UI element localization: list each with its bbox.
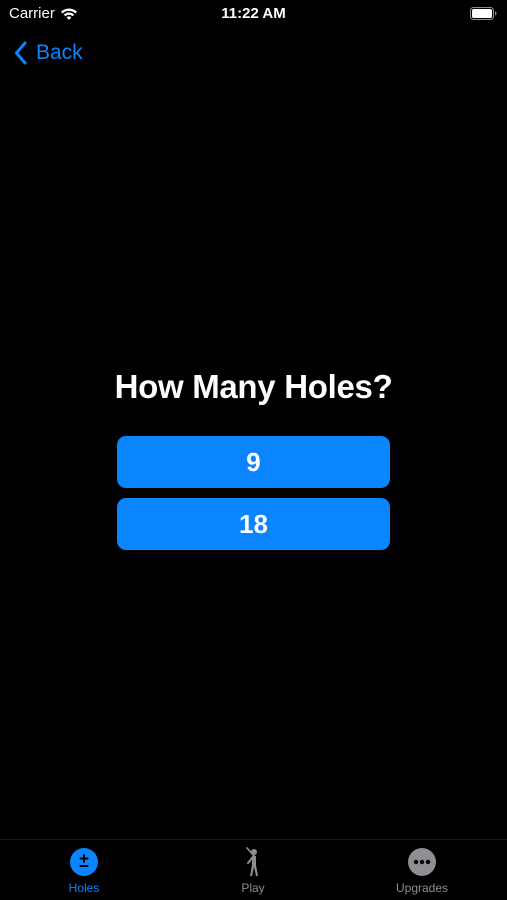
- tab-holes[interactable]: Holes: [24, 846, 144, 900]
- nine-holes-button[interactable]: 9: [117, 436, 390, 488]
- back-label: Back: [36, 41, 83, 64]
- tab-bar: Holes Play Upgrades: [0, 839, 507, 900]
- back-button[interactable]: Back: [14, 37, 83, 69]
- tab-upgrades-label: Upgrades: [395, 881, 449, 895]
- tab-holes-label: Holes: [68, 881, 100, 895]
- ellipsis-circle-icon: [408, 848, 436, 876]
- golfer-icon: [246, 847, 258, 876]
- status-time: 11:22 AM: [221, 5, 286, 22]
- tab-play-label: Play: [241, 881, 265, 895]
- eighteen-holes-button[interactable]: 18: [117, 498, 390, 550]
- tab-upgrades[interactable]: Upgrades: [362, 846, 482, 900]
- page-title: How Many Holes?: [114, 368, 393, 405]
- chevron-left-icon: [15, 41, 27, 65]
- battery-icon: [470, 7, 497, 20]
- plus-minus-circle-icon: [70, 848, 98, 876]
- tab-play[interactable]: Play: [193, 846, 313, 900]
- status-bar: Carrier 11:22 AM: [0, 0, 507, 28]
